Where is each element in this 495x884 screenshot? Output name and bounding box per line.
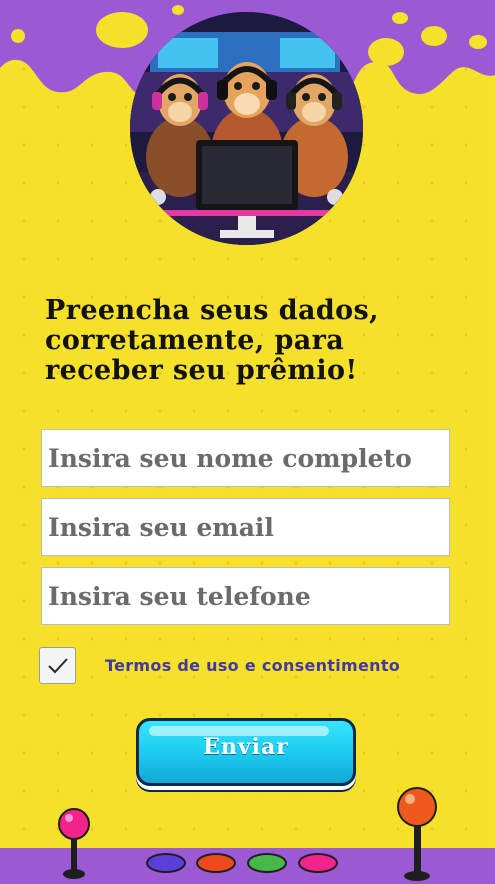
meerkat-gamers-illustration-icon (130, 12, 363, 245)
joystick-pink-icon (58, 808, 90, 879)
hero-image (130, 12, 363, 245)
arcade-button-green-icon (247, 853, 287, 873)
name-input[interactable] (41, 429, 450, 487)
terms-checkbox[interactable] (39, 647, 76, 684)
arcade-button-blue-icon (146, 853, 186, 873)
email-input[interactable] (41, 498, 450, 556)
phone-input[interactable] (41, 567, 450, 625)
checkmark-icon (47, 657, 68, 673)
arcade-button-pink-icon (298, 853, 338, 873)
terms-link[interactable]: Termos de uso e consentimento (105, 656, 400, 675)
submit-label: Enviar (203, 734, 289, 760)
arcade-button-orange-icon (196, 853, 236, 873)
submit-button[interactable]: Enviar (136, 718, 356, 786)
joystick-orange-icon (397, 787, 437, 881)
form-headline: Preencha seus dados, corretamente, para … (45, 295, 379, 386)
